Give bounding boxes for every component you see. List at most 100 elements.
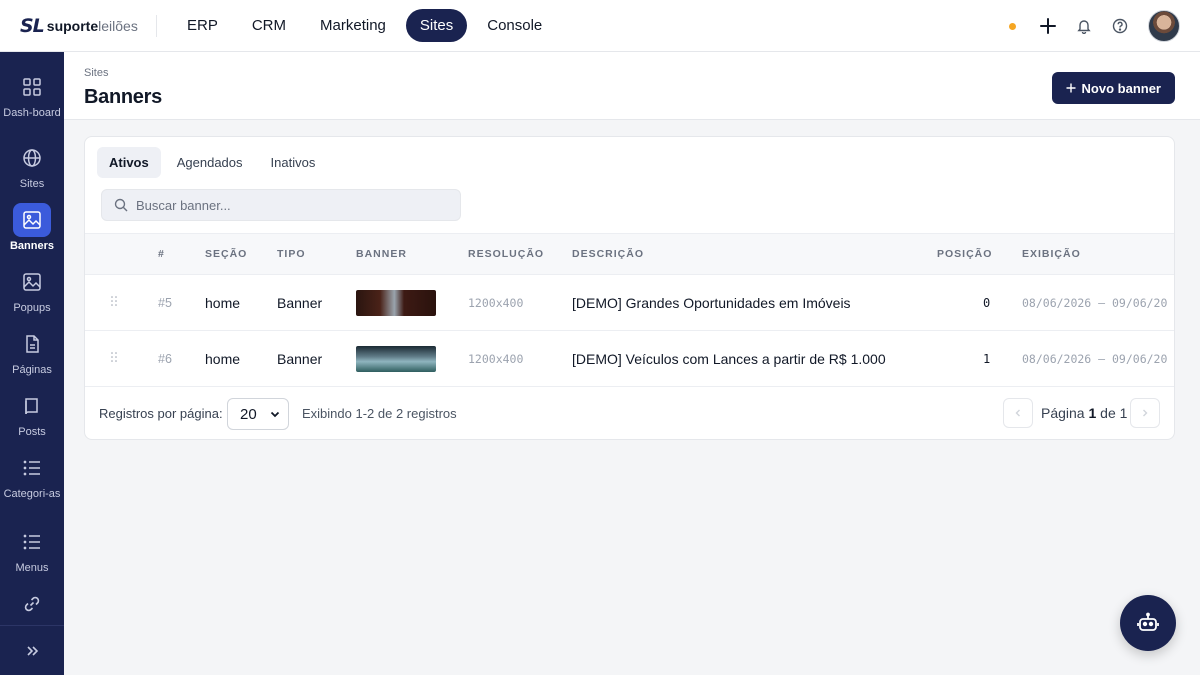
plus-icon[interactable] [1038, 16, 1058, 36]
dashboard-icon [13, 70, 51, 104]
column-header-position[interactable]: POSIÇÃO [937, 248, 992, 260]
banners-card: Ativos Agendados Inativos # SEÇÃO TIPO B… [84, 136, 1175, 440]
breadcrumb[interactable]: Sites [84, 67, 108, 79]
link-icon [13, 587, 51, 621]
sidebar-item-label: Posts [18, 426, 46, 438]
sidebar-item-posts[interactable]: Posts [0, 389, 64, 438]
row-position: 0 [983, 296, 991, 310]
top-nav: ERP CRM Marketing Sites Console [173, 9, 556, 42]
row-type: Banner [277, 295, 323, 311]
table-footer: Registros por página: 20 Exibindo 1-2 de… [85, 387, 1174, 439]
image-icon [13, 265, 51, 299]
column-header-section[interactable]: SEÇÃO [205, 248, 247, 260]
row-display: 08/06/2026 — 09/06/20 [1022, 352, 1168, 366]
column-header-id[interactable]: # [158, 248, 165, 260]
tab-agendados[interactable]: Agendados [165, 147, 255, 178]
drag-handle-icon[interactable] [111, 296, 117, 306]
row-type: Banner [277, 351, 323, 367]
row-description: [DEMO] Veículos com Lances a partir de R… [572, 351, 886, 367]
row-resolution: 1200x400 [468, 296, 524, 310]
column-header-display[interactable]: EXIBIÇÃO [1022, 248, 1081, 260]
row-section: home [205, 351, 241, 367]
book-icon [13, 389, 51, 423]
new-banner-label: Novo banner [1081, 80, 1161, 96]
per-page-label: Registros por página: [99, 406, 223, 421]
tab-inativos[interactable]: Inativos [259, 147, 328, 178]
row-id: #5 [158, 296, 172, 310]
sidebar-item-paginas[interactable]: Páginas [0, 327, 64, 376]
table-row[interactable]: #5 home Banner 1200x400 [DEMO] Grandes O… [85, 275, 1174, 331]
sidebar-item-dashboard[interactable]: Dash-board [0, 70, 64, 119]
row-display: 08/06/2026 — 09/06/20 [1022, 296, 1168, 310]
sidebar-item-popups[interactable]: Popups [0, 265, 64, 314]
search-box [101, 189, 461, 221]
column-header-resolution[interactable]: RESOLUÇÃO [468, 248, 544, 260]
banner-thumbnail [356, 346, 436, 372]
avatar[interactable] [1148, 10, 1180, 42]
column-header-description[interactable]: DESCRIÇÃO [572, 248, 644, 260]
banner-thumbnail [356, 290, 436, 316]
logo-text: suporteleilões [46, 17, 138, 34]
sidebar-item-label: Banners [9, 240, 55, 252]
logo-mark: SL [20, 14, 45, 37]
list-icon [13, 451, 51, 485]
plus-icon [1066, 83, 1076, 93]
new-banner-button[interactable]: Novo banner [1051, 72, 1175, 104]
top-actions [1009, 0, 1180, 52]
showing-count: Exibindo 1-2 de 2 registros [302, 406, 457, 421]
sidebar-item-sites[interactable]: Sites [0, 141, 64, 190]
nav-marketing[interactable]: Marketing [306, 9, 400, 42]
sidebar-item-label: Menus [15, 562, 49, 574]
chevron-right-icon [1143, 409, 1148, 417]
bell-icon[interactable] [1074, 16, 1094, 36]
sidebar-item-label: Categori-as [3, 488, 61, 500]
logo[interactable]: SL suporteleilões [0, 0, 156, 51]
sidebar-item-links[interactable] [0, 587, 64, 621]
row-position: 1 [983, 352, 991, 366]
sidebar-item-label: Dash-board [3, 107, 61, 119]
next-page-button[interactable] [1130, 398, 1160, 428]
row-banner-thumb[interactable] [356, 331, 436, 387]
table-row[interactable]: #6 home Banner 1200x400 [DEMO] Veículos … [85, 331, 1174, 387]
image-icon [13, 203, 51, 237]
sidebar-item-categorias[interactable]: Categori-as [0, 451, 64, 500]
chevron-down-icon [270, 411, 280, 418]
row-banner-thumb[interactable] [356, 275, 436, 331]
column-header-banner: BANNER [356, 248, 407, 260]
sidebar-item-banners[interactable]: Banners [0, 203, 64, 252]
top-bar: SL suporteleilões ERP CRM Marketing Site… [0, 0, 1200, 52]
chevron-left-icon [1015, 409, 1020, 417]
nav-erp[interactable]: ERP [173, 9, 232, 42]
status-tabs: Ativos Agendados Inativos [97, 147, 327, 178]
assistant-bot-button[interactable] [1120, 595, 1176, 651]
search-input[interactable] [136, 197, 436, 213]
row-description: [DEMO] Grandes Oportunidades em Imóveis [572, 295, 851, 311]
sidebar-item-menus[interactable]: Menus [0, 525, 64, 574]
row-resolution: 1200x400 [468, 352, 524, 366]
per-page-value: 20 [240, 405, 257, 423]
row-id: #6 [158, 352, 172, 366]
nav-console[interactable]: Console [473, 9, 556, 42]
page-header: Sites Banners Novo banner [64, 52, 1200, 120]
divider [0, 625, 64, 626]
per-page-select[interactable]: 20 [227, 398, 289, 430]
column-header-type[interactable]: TIPO [277, 248, 306, 260]
table-header: # SEÇÃO TIPO BANNER RESOLUÇÃO DESCRIÇÃO … [85, 233, 1174, 275]
sidebar-item-label: Popups [13, 302, 51, 314]
drag-handle-icon[interactable] [111, 352, 117, 362]
tab-ativos[interactable]: Ativos [97, 147, 161, 178]
sidebar-item-label: Sites [19, 178, 45, 190]
page-indicator: Página 1 de 1 [1041, 405, 1128, 421]
divider [156, 14, 157, 37]
status-dot [1009, 22, 1016, 30]
search-icon [114, 198, 128, 212]
chevrons-right-icon[interactable] [22, 641, 42, 661]
globe-icon [13, 141, 51, 175]
help-icon[interactable] [1110, 16, 1130, 36]
prev-page-button[interactable] [1003, 398, 1033, 428]
nav-sites[interactable]: Sites [405, 9, 468, 42]
nav-crm[interactable]: CRM [238, 9, 300, 42]
sidebar: Dash-board Sites Banners Popups Páginas … [0, 52, 64, 675]
row-section: home [205, 295, 241, 311]
sidebar-item-label: Páginas [12, 364, 52, 376]
